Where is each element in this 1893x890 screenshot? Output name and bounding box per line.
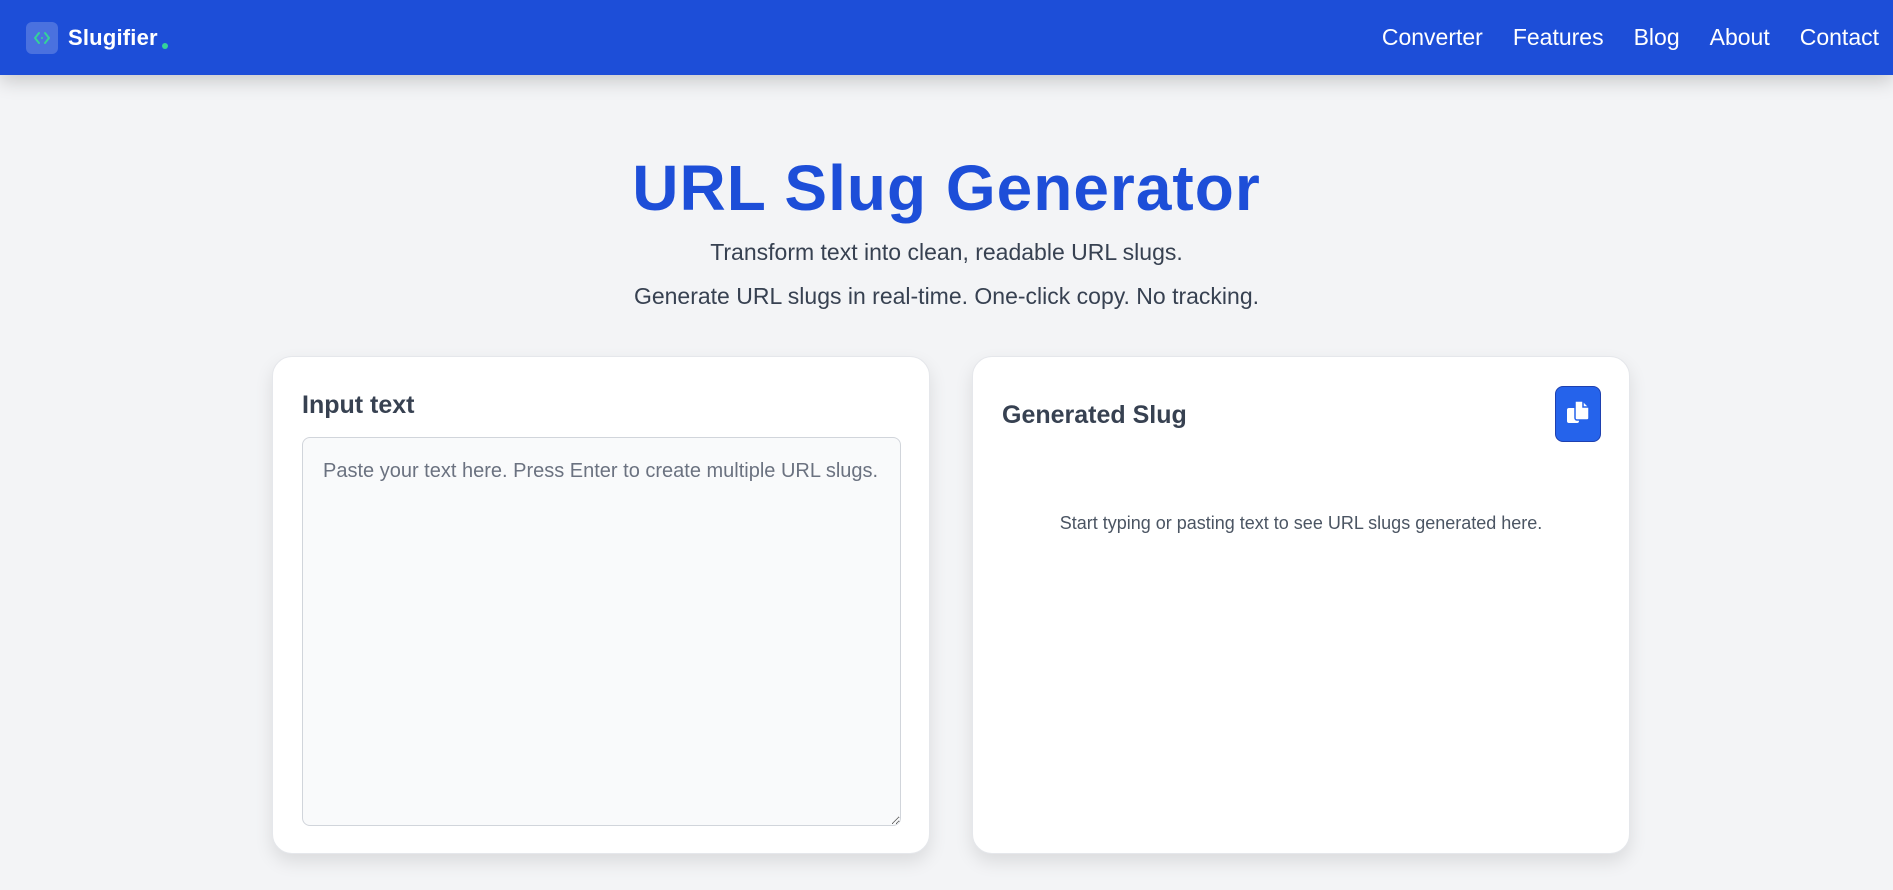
top-navbar: Slugifier Converter Features Blog About … — [0, 0, 1893, 75]
nav-link-blog[interactable]: Blog — [1634, 24, 1680, 51]
brand-dot-icon — [161, 42, 168, 49]
output-card: Generated Slug Start typing or pasting t… — [972, 356, 1630, 854]
copy-icon — [1565, 399, 1591, 430]
brand[interactable]: Slugifier — [26, 21, 168, 54]
code-brackets-icon — [26, 21, 58, 54]
nav-link-contact[interactable]: Contact — [1800, 24, 1879, 51]
input-card: Input text — [272, 356, 930, 854]
nav-link-converter[interactable]: Converter — [1382, 24, 1483, 51]
hero-tagline: Generate URL slugs in real-time. One-cli… — [633, 283, 1260, 309]
nav-links: Converter Features Blog About Contact — [1382, 24, 1879, 51]
empty-state-message: Start typing or pasting text to see URL … — [1059, 513, 1543, 533]
nav-link-about[interactable]: About — [1710, 24, 1770, 51]
page-title: URL Slug Generator — [632, 152, 1261, 224]
output-card-heading: Generated Slug — [1002, 401, 1187, 429]
copy-button[interactable] — [1555, 386, 1601, 442]
input-textarea[interactable] — [302, 437, 901, 826]
nav-link-features[interactable]: Features — [1513, 24, 1604, 51]
brand-name: Slugifier — [68, 24, 158, 50]
hero-subtitle: Transform text into clean, readable URL … — [710, 239, 1183, 265]
input-card-heading: Input text — [302, 391, 415, 419]
hero: URL Slug Generator Transform text into c… — [0, 148, 1893, 312]
